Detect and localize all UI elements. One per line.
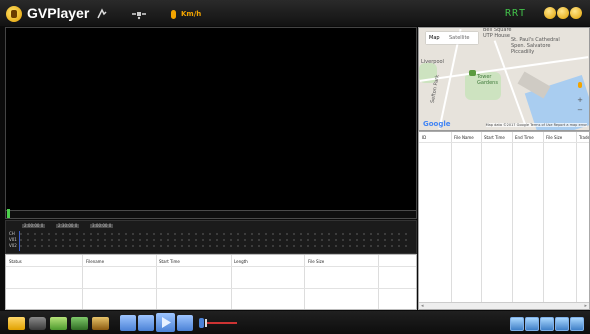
export-icon[interactable] xyxy=(50,317,67,330)
minimize-icon[interactable] xyxy=(544,7,556,19)
column-header-end-time[interactable]: End Time xyxy=(515,135,534,140)
signal-icon xyxy=(97,8,107,19)
person-icon[interactable] xyxy=(540,317,554,331)
rewind-icon[interactable] xyxy=(120,315,136,331)
play-glyph-icon xyxy=(162,317,171,328)
map-marker-icon[interactable] xyxy=(469,70,476,76)
column-header-start-time[interactable]: Start Time xyxy=(159,259,180,264)
status-label: RRT xyxy=(505,8,527,19)
timeline-row-label: V02 xyxy=(9,243,17,248)
open-folder-icon[interactable] xyxy=(8,317,25,330)
file-table[interactable]: Status Filename Start Time Length File S… xyxy=(5,254,417,310)
map-label: Tower Gardens xyxy=(477,74,498,86)
map-view[interactable]: Bell Square UTP House St. Paul's Cathedr… xyxy=(418,27,590,131)
map-view-icon[interactable] xyxy=(555,317,569,331)
seek-handle[interactable] xyxy=(7,209,10,218)
film-icon[interactable] xyxy=(71,317,88,330)
timeline-track[interactable] xyxy=(20,239,412,241)
column-divider xyxy=(82,255,83,309)
camera-icon[interactable] xyxy=(29,317,46,330)
layout-icon[interactable] xyxy=(510,317,524,331)
column-header-file-name[interactable]: File Name xyxy=(454,135,474,140)
map-label: St. Paul's Cathedral Spen. Salvatore Pic… xyxy=(511,37,560,55)
column-divider xyxy=(512,132,513,309)
map-type-tabs: Map Satellite xyxy=(426,32,478,44)
close-icon[interactable] xyxy=(570,7,582,19)
maximize-icon[interactable] xyxy=(557,7,569,19)
timeline-track[interactable] xyxy=(20,233,412,235)
satellite-icon xyxy=(132,12,146,20)
fast-forward-icon[interactable] xyxy=(177,315,193,331)
row-divider xyxy=(6,288,416,289)
zoom-out-button[interactable]: − xyxy=(577,106,583,114)
app-title: GVPlayer xyxy=(27,5,90,21)
street-view-icon[interactable] xyxy=(578,82,582,88)
timeline-cursor[interactable] xyxy=(19,231,20,251)
zoom-in-button[interactable]: + xyxy=(577,96,583,104)
scroll-right-button[interactable]: ▸ xyxy=(584,303,587,309)
stop-icon[interactable] xyxy=(138,315,154,331)
speed-indicator-icon xyxy=(171,10,176,19)
column-divider xyxy=(543,132,544,309)
scroll-left-button[interactable]: ◂ xyxy=(421,303,424,309)
column-header-file-size[interactable]: File Size xyxy=(308,259,324,264)
grid-icon[interactable] xyxy=(525,317,539,331)
header-divider xyxy=(6,266,416,267)
timeline-row-label: V01 xyxy=(9,237,17,242)
volume-icon[interactable] xyxy=(199,318,204,328)
volume-slider[interactable] xyxy=(207,322,237,324)
fullscreen-icon[interactable] xyxy=(570,317,584,331)
video-display[interactable] xyxy=(5,27,417,211)
map-label: Bell Square UTP House xyxy=(483,27,512,39)
timeline-tick: 2:00:00 0 xyxy=(22,223,46,228)
map-attribution[interactable]: Map data ©2017 Google Terms of Use Repor… xyxy=(485,123,587,127)
column-header-status[interactable]: Status xyxy=(9,259,22,264)
timeline-tick: 2:30:00 0 xyxy=(56,223,80,228)
column-divider xyxy=(576,132,577,309)
column-divider xyxy=(231,255,232,309)
player-logo-icon xyxy=(6,6,22,22)
tab-map[interactable]: Map xyxy=(429,35,440,41)
map-label: Liverpool xyxy=(421,59,444,65)
column-header-filename[interactable]: Filename xyxy=(86,259,104,264)
column-header-id[interactable]: ID xyxy=(422,135,426,140)
column-header-trade[interactable]: Trade xyxy=(579,135,589,140)
tab-satellite[interactable]: Satellite xyxy=(449,35,469,41)
seek-bar[interactable] xyxy=(5,210,417,219)
volume-handle[interactable] xyxy=(205,319,207,327)
column-divider xyxy=(451,132,452,309)
column-header-length[interactable]: Length xyxy=(234,259,248,264)
control-bar xyxy=(0,311,590,334)
header-divider xyxy=(419,142,589,143)
column-divider xyxy=(481,132,482,309)
speed-text: Km/h xyxy=(181,10,202,18)
column-header-start-time[interactable]: Start Time xyxy=(484,135,505,140)
column-header-file-size[interactable]: File Size xyxy=(546,135,562,140)
column-divider xyxy=(304,255,305,309)
settings-box-icon[interactable] xyxy=(92,317,109,330)
timeline[interactable]: 2:00:00 0 2:30:00 0 3:00:00 0 CH V01 V02 xyxy=(5,220,417,254)
timeline-track[interactable] xyxy=(20,245,412,247)
column-divider xyxy=(156,255,157,309)
google-logo: Google xyxy=(423,120,451,128)
timeline-row-label: CH xyxy=(9,231,15,236)
timeline-tick: 3:00:00 0 xyxy=(90,223,114,228)
file-list-table[interactable]: ID File Name Start Time End Time File Si… xyxy=(418,131,590,310)
horizontal-scrollbar[interactable]: ◂ ▸ xyxy=(419,302,589,309)
column-divider xyxy=(378,255,379,309)
